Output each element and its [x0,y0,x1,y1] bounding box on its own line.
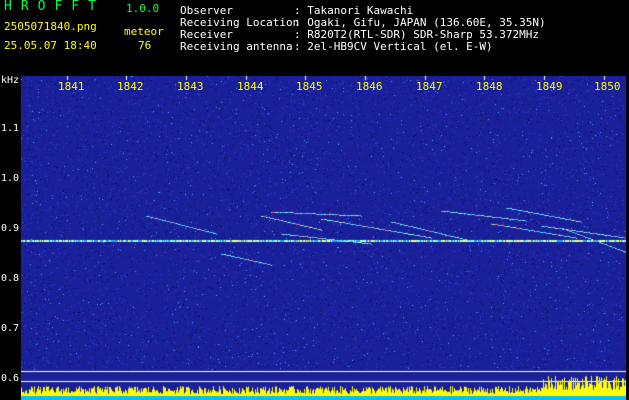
y-tick-label: 1.1 [1,123,20,134]
y-tick-label: 0.9 [1,223,20,234]
x-tick-label: 1848 [476,80,503,93]
y-axis-unit: kHz [1,75,20,86]
app-title: HROFFT [4,0,105,14]
x-tick-label: 1844 [237,80,264,93]
header-panel: HROFFT 1.0.0 2505071840.png 25.05.07 18:… [0,0,629,74]
meteor-label: meteor [124,25,164,38]
antenna-value: : 2el-HB9CV Vertical (el. E-W) [294,40,493,53]
y-tick-label: 1.0 [1,173,20,184]
date-time: 25.05.07 18:40 [4,39,97,52]
x-tick-label: 1849 [536,80,563,93]
x-tick-label: 1850 [594,80,621,93]
y-tick-label: 0.6 [1,373,20,384]
x-tick-label: 1841 [58,80,85,93]
antenna-label: Receiving antenna [180,40,293,53]
x-tick-label: 1842 [117,80,144,93]
y-tick-label: 0.7 [1,323,20,334]
x-tick-label: 1845 [296,80,323,93]
meteor-count: 76 [138,39,152,52]
file-name: 2505071840.png [4,20,97,33]
y-tick-label: 0.8 [1,273,20,284]
x-tick-label: 1843 [177,80,204,93]
spectrogram-plot [21,76,626,400]
x-tick-label: 1847 [416,80,443,93]
x-tick-label: 1846 [356,80,383,93]
app-version: 1.0.0 [126,2,160,15]
